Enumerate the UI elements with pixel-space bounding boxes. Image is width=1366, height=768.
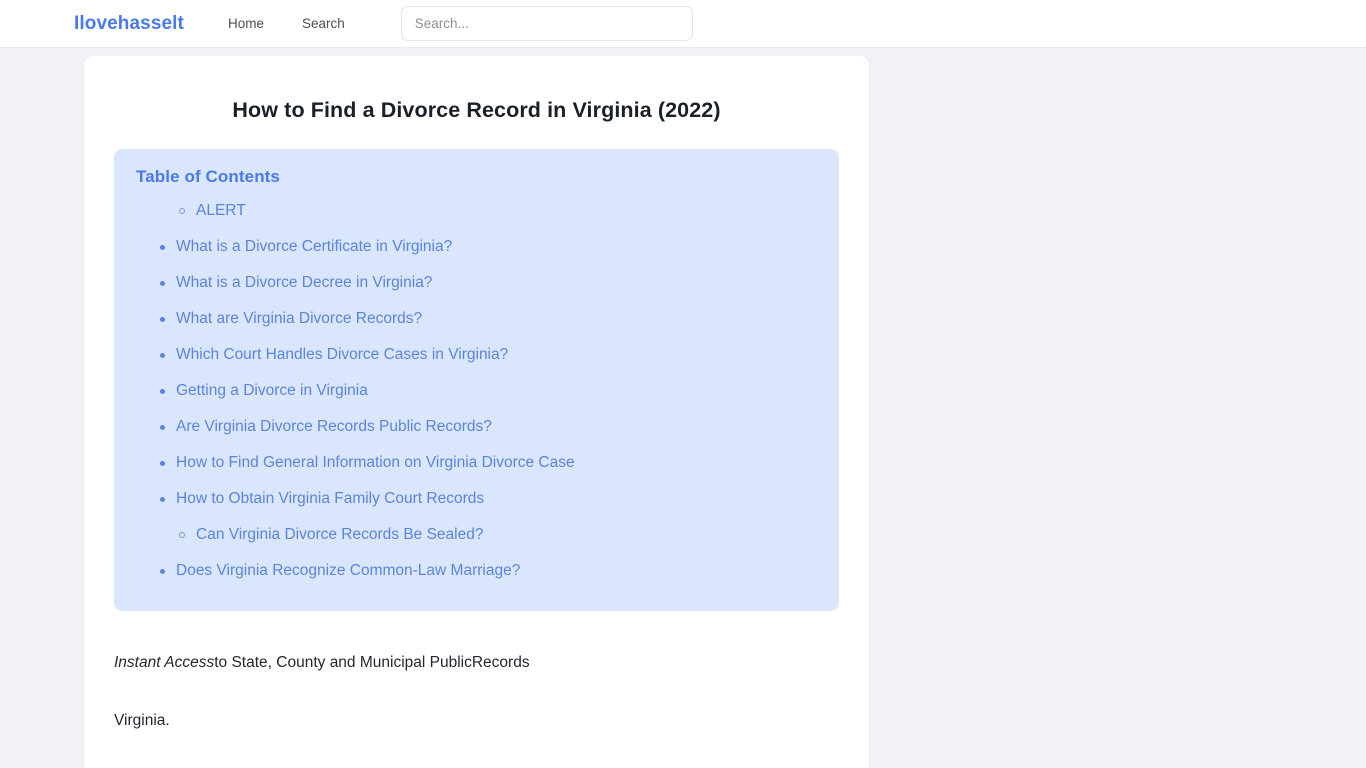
paragraph-text: to State, County and Municipal PublicRec… bbox=[214, 654, 530, 671]
paragraph-state: Virginia. bbox=[114, 712, 170, 729]
bullet-dot-icon bbox=[160, 496, 165, 502]
toc-link[interactable]: Getting a Divorce in Virginia bbox=[176, 382, 368, 399]
toc-link[interactable]: ALERT bbox=[196, 202, 246, 219]
list-item[interactable]: What is a Divorce Certificate in Virgini… bbox=[136, 229, 817, 265]
bullet-dot-icon bbox=[160, 460, 165, 466]
list-item[interactable]: What is a Divorce Decree in Virginia? bbox=[136, 265, 817, 301]
list-item[interactable]: Can Virginia Divorce Records Be Sealed? bbox=[136, 517, 817, 553]
article-body: Instant Accessto State, County and Munic… bbox=[114, 611, 839, 768]
bullet-dot-icon bbox=[160, 568, 165, 574]
paragraph-emphasis: Instant Access bbox=[114, 654, 215, 671]
toc-link[interactable]: How to Obtain Virginia Family Court Reco… bbox=[176, 490, 484, 507]
toc-link[interactable]: Are Virginia Divorce Records Public Reco… bbox=[176, 418, 492, 435]
list-item[interactable]: ALERT bbox=[136, 193, 817, 229]
toc-link[interactable]: What are Virginia Divorce Records? bbox=[176, 310, 422, 327]
toc-link[interactable]: How to Find General Information on Virgi… bbox=[176, 454, 575, 471]
nav-link-home[interactable]: Home bbox=[228, 16, 264, 31]
bullet-dot-icon bbox=[160, 388, 165, 394]
nav-link-search[interactable]: Search bbox=[302, 16, 345, 31]
toc-link[interactable]: Which Court Handles Divorce Cases in Vir… bbox=[176, 346, 508, 363]
bullet-dot-icon bbox=[160, 352, 165, 358]
list-item[interactable]: How to Find General Information on Virgi… bbox=[136, 445, 817, 481]
bullet-dot-icon bbox=[160, 244, 165, 250]
toc-link[interactable]: What is a Divorce Decree in Virginia? bbox=[176, 274, 432, 291]
list-item[interactable]: What are Virginia Divorce Records? bbox=[136, 301, 817, 337]
list-item[interactable]: Which Court Handles Divorce Cases in Vir… bbox=[136, 337, 817, 373]
toc-link[interactable]: Does Virginia Recognize Common-Law Marri… bbox=[176, 562, 520, 579]
paragraph-instant-access: Instant Accessto State, County and Munic… bbox=[114, 649, 839, 677]
list-item[interactable]: Getting a Divorce in Virginia bbox=[136, 373, 817, 409]
toc-heading: Table of Contents bbox=[136, 167, 280, 186]
article-card: How to Find a Divorce Record in Virginia… bbox=[84, 56, 869, 768]
toc-link[interactable]: What is a Divorce Certificate in Virgini… bbox=[176, 238, 452, 255]
toc-list: ALERT What is a Divorce Certificate in V… bbox=[136, 193, 817, 589]
bullet-dot-icon bbox=[160, 316, 165, 322]
search-input[interactable] bbox=[400, 6, 693, 41]
bullet-circle-icon bbox=[179, 532, 185, 538]
page-title: How to Find a Divorce Record in Virginia… bbox=[232, 98, 721, 122]
bullet-circle-icon bbox=[179, 208, 185, 214]
primary-nav: Home Search bbox=[228, 16, 345, 31]
list-item[interactable]: Does Virginia Recognize Common-Law Marri… bbox=[136, 553, 817, 589]
toc-link[interactable]: Can Virginia Divorce Records Be Sealed? bbox=[196, 526, 483, 543]
brand-logo[interactable]: Ilovehasselt bbox=[74, 13, 184, 35]
list-item[interactable]: Are Virginia Divorce Records Public Reco… bbox=[136, 409, 817, 445]
page-body: How to Find a Divorce Record in Virginia… bbox=[0, 48, 1366, 768]
top-navbar: Ilovehasselt Home Search bbox=[0, 0, 1366, 48]
bullet-dot-icon bbox=[160, 280, 165, 286]
table-of-contents: Table of Contents ALERT What is a Divorc… bbox=[114, 149, 839, 611]
list-item[interactable]: How to Obtain Virginia Family Court Reco… bbox=[136, 481, 817, 517]
bullet-dot-icon bbox=[160, 424, 165, 430]
